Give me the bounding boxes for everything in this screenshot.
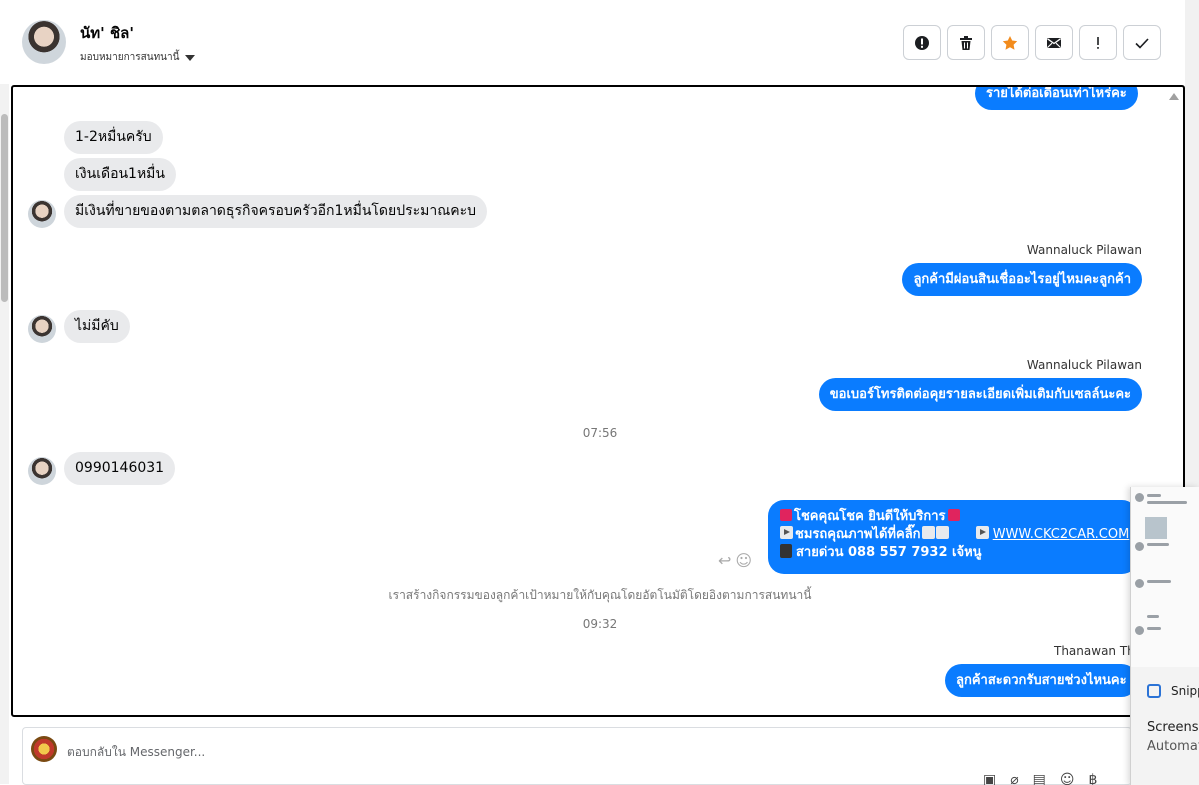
contact-avatar[interactable] — [22, 20, 66, 64]
assign-conversation-dropdown[interactable]: มอบหมายการสนทนานี้ — [80, 50, 196, 65]
alert-circle-icon — [915, 35, 929, 50]
page-avatar — [31, 736, 57, 762]
sender-name: Thanawan Tho — [1054, 644, 1143, 658]
thumb-avatar — [1135, 542, 1144, 551]
follow-up-button[interactable] — [1079, 25, 1117, 60]
promo-line-2: ชมรถคุณภาพได้ที่คลิ๊ก — [795, 527, 921, 542]
thumb-line — [1147, 580, 1171, 583]
thumb-avatar — [1135, 626, 1144, 635]
outgoing-promo-message[interactable]: โชคคุณโชค ยินดีให้บริการ ชมรถคุณภาพได้ที… — [768, 500, 1138, 574]
composer-toolbar: ▣ ⌀ ▤ ☺ ฿ — [983, 772, 1097, 785]
thumb-line — [1147, 543, 1169, 546]
timestamp: 07:56 — [582, 426, 618, 440]
red-square-emoji-icon — [780, 509, 792, 521]
sender-name: Wannaluck Pilawan — [1026, 243, 1142, 257]
snipping-tool-popup[interactable]: Snipp Screensh Automat — [1130, 487, 1199, 785]
envelope-icon — [1047, 37, 1061, 48]
react-icon[interactable]: ☺ — [735, 551, 752, 570]
caret-down-icon — [185, 54, 196, 61]
mark-done-button[interactable] — [1123, 25, 1161, 60]
exclamation-icon — [1097, 36, 1099, 49]
red-square-emoji-icon — [947, 509, 960, 521]
incoming-message[interactable]: 0990146031 — [64, 452, 176, 485]
outgoing-message[interactable]: ลูกค้ามีผ่อนสินเชื่ออะไรอยู่ไหมคะลูกค้า — [902, 263, 1142, 296]
sender-name: Wannaluck Pilawan — [1026, 358, 1142, 372]
promo-line-1: โชคคุณโชค ยินดีให้บริการ — [794, 509, 946, 524]
outgoing-message[interactable]: ขอเบอร์โทรติดต่อคุยรายละเอียดเพิ่มเติมกั… — [818, 378, 1142, 411]
reply-composer[interactable]: ตอบกลับใน Messenger... ▣ ⌀ ▤ ☺ ฿ — [22, 727, 1132, 785]
reply-icon[interactable]: ↩ — [718, 551, 731, 570]
system-notice: เราสร้างกิจกรรมของลูกค้าเป้าหมายให้กับคุ… — [388, 588, 812, 602]
shopping-bag-icon[interactable]: ▣ — [983, 772, 996, 785]
star-button[interactable] — [991, 25, 1029, 60]
contact-name[interactable]: นัท' ชิล' — [80, 21, 134, 45]
website-link[interactable]: WWW.CKC2CAR.COM — [993, 527, 1130, 542]
thumb-line — [1147, 494, 1161, 497]
thumb-line — [1147, 627, 1161, 630]
saved-replies-icon[interactable]: ▤ — [1033, 772, 1046, 785]
contact-avatar-small — [28, 200, 56, 228]
delete-button[interactable] — [947, 25, 985, 60]
play-emoji-icon — [975, 526, 989, 539]
thumb-avatar — [1135, 579, 1144, 588]
contact-avatar-small — [28, 457, 56, 485]
outgoing-message[interactable]: ลูกค้าสะดวกรับสายช่วงไหนคะ — [945, 664, 1138, 697]
attachment-icon[interactable]: ⌀ — [1010, 772, 1018, 785]
thumb-image — [1145, 517, 1167, 539]
incoming-message[interactable]: เงินเดือน1หมื่น — [64, 158, 176, 191]
mark-unread-button[interactable] — [1035, 25, 1073, 60]
thumb-line — [1147, 501, 1187, 504]
reply-input[interactable]: ตอบกลับใน Messenger... — [67, 743, 205, 762]
thumb-avatar — [1135, 493, 1144, 502]
play-emoji-icon — [780, 526, 793, 539]
star-icon — [1002, 35, 1018, 50]
trash-icon — [960, 35, 972, 50]
snip-line-2: Automat — [1147, 739, 1199, 754]
scroll-up-arrow-icon[interactable] — [1169, 93, 1179, 100]
inbox-view: นัท' ชิล' มอบหมายการสนทนานี้ รายได้ต่อเด… — [0, 0, 1199, 785]
screenshot-thumbnail[interactable] — [1131, 487, 1199, 667]
message-actions: ↩ ☺ — [718, 551, 752, 570]
conversation-header: นัท' ชิล' มอบหมายการสนทนานี้ — [0, 0, 1185, 84]
currency-icon[interactable]: ฿ — [1089, 772, 1098, 785]
assign-label: มอบหมายการสนทนานี้ — [80, 52, 180, 63]
down-arrow-emoji-icon — [921, 526, 935, 539]
thumb-line — [1147, 615, 1159, 618]
mobile-phone-emoji-icon — [780, 544, 792, 558]
outgoing-message[interactable]: รายได้ต่อเดือนเท่าไหร่คะ — [975, 87, 1138, 110]
snip-title: Snipp — [1171, 684, 1199, 698]
contact-avatar-small — [28, 315, 56, 343]
header-actions — [903, 25, 1161, 60]
down-arrow-emoji-icon — [935, 526, 949, 539]
timestamp: 09:32 — [582, 617, 618, 631]
scrollbar-thumb[interactable] — [1, 114, 8, 302]
emoji-icon[interactable]: ☺ — [1060, 772, 1075, 785]
snipping-tool-icon — [1147, 684, 1161, 698]
promo-line-3: สายด่วน 088 557 7932 เจ้หนู — [796, 545, 982, 560]
check-icon — [1135, 37, 1149, 49]
incoming-message[interactable]: ไม่มีคับ — [64, 310, 130, 343]
snip-line-1: Screensh — [1147, 720, 1199, 735]
incoming-message[interactable]: มีเงินที่ขายของตามตลาดธุรกิจครอบครัวอีก1… — [64, 195, 487, 228]
mark-spam-button[interactable] — [903, 25, 941, 60]
message-thread[interactable]: รายได้ต่อเดือนเท่าไหร่คะ 1-2หมื่นครับ เง… — [11, 85, 1185, 717]
incoming-message[interactable]: 1-2หมื่นครับ — [64, 121, 163, 154]
sidebar-scrollbar[interactable] — [0, 84, 9, 784]
